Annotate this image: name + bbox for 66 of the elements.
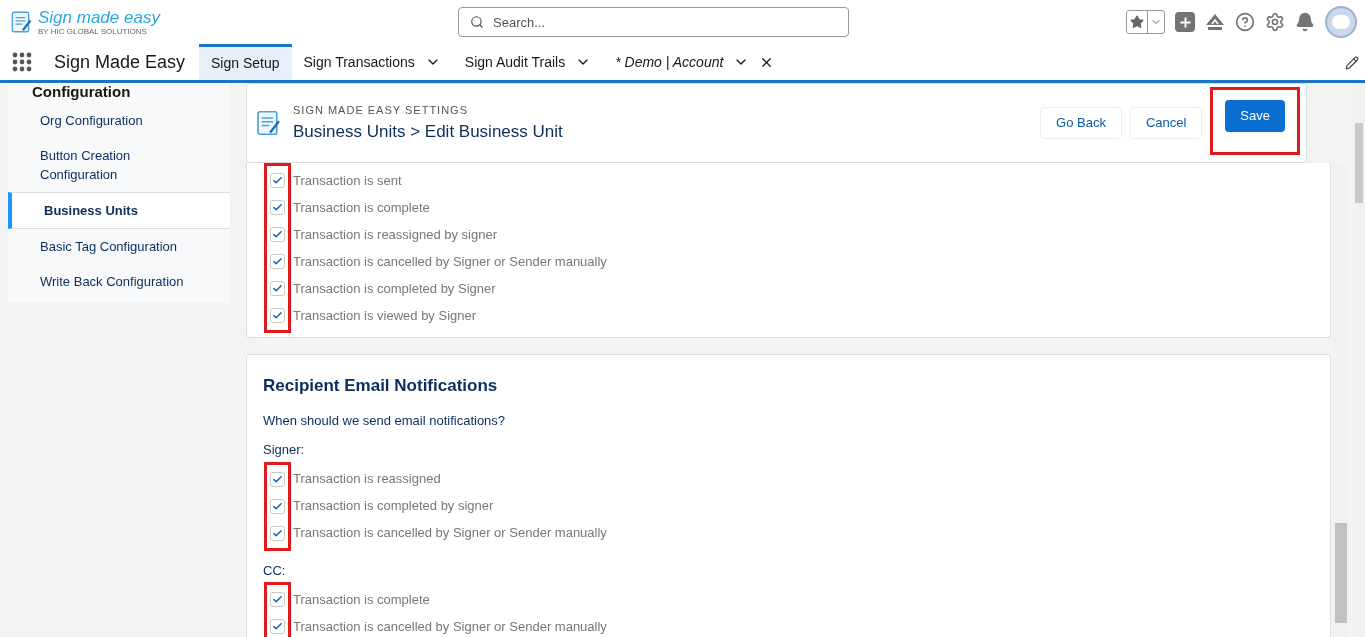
checkbox[interactable] [270, 281, 285, 296]
checkbox[interactable] [270, 592, 285, 607]
favorites-button[interactable] [1126, 10, 1165, 34]
checkbox[interactable] [270, 227, 285, 242]
header-button[interactable]: Cancel [1129, 107, 1203, 139]
checkbox-label: Transaction is complete [293, 198, 430, 217]
checkmark-icon [272, 283, 283, 294]
card-question: When should we send email notifications? [263, 411, 507, 430]
checkbox[interactable] [270, 619, 285, 634]
checkbox-label: Transaction is completed by signer [293, 497, 494, 516]
nav-tab[interactable]: Sign Setup [199, 44, 292, 80]
checkbox[interactable] [270, 254, 285, 269]
plus-icon [1177, 14, 1193, 30]
header-eyebrow: SIGN MADE EASY SETTINGS [293, 103, 469, 118]
sidebar-heading: Configuration [31, 83, 132, 101]
sidebar-item[interactable]: Button Creation Configuration [8, 138, 230, 192]
sidebar-item[interactable]: Basic Tag Configuration [8, 229, 230, 264]
header-button[interactable]: Save [1225, 100, 1285, 132]
group-label: CC: [263, 561, 287, 580]
nav-tab[interactable]: Sign Transactions [291, 44, 453, 80]
app-launcher-icon[interactable] [12, 52, 32, 72]
checkmark-icon [272, 256, 283, 267]
nav-tab[interactable]: Sign Audit Trails [452, 44, 604, 80]
checkbox-label: Transaction is cancelled by Signer or Sender manually [293, 252, 607, 271]
sidebar-item[interactable]: Write Back Configuration [8, 264, 230, 299]
checkbox-label: Transaction is reassigned by signer [293, 225, 497, 244]
checkmark-icon [272, 527, 283, 539]
brand-tagline: BY HIC GLOBAL SOLUTIONS [38, 27, 148, 36]
checkbox-label: Transaction is sent [293, 171, 402, 190]
group-label: Signer: [263, 441, 306, 459]
brand-name: Sign made easy [38, 8, 160, 26]
checkbox-label: Transaction is reassigned [293, 470, 441, 489]
search-icon [470, 15, 484, 29]
checkbox[interactable] [270, 498, 285, 514]
header-button[interactable]: Go Back [1040, 107, 1122, 139]
checkmark-icon [272, 473, 283, 485]
checkbox[interactable] [270, 173, 285, 188]
settings-icon[interactable] [1265, 12, 1285, 32]
search-field[interactable]: Search... [458, 7, 849, 37]
add-button[interactable] [1175, 12, 1195, 32]
checkmark-icon [272, 500, 283, 512]
nav-tab[interactable]: * Demo | Account [603, 44, 787, 80]
checkbox-label: Transaction is completed by Signer [293, 279, 496, 298]
sidebar-item[interactable]: Org Configuration [8, 103, 230, 138]
checkmark-icon [272, 175, 283, 186]
checkmark-icon [272, 594, 283, 605]
header-title: Business Units > Edit Business Unit [293, 120, 563, 143]
checkmark-icon [272, 202, 283, 213]
help-icon[interactable] [1235, 12, 1255, 32]
checkbox-label: Transaction is cancelled by Signer or Sender manually [293, 617, 607, 636]
checkbox[interactable] [270, 525, 285, 541]
edit-icon[interactable] [1345, 56, 1359, 70]
checkbox[interactable] [270, 471, 285, 487]
card-title: Recipient Email Notifications [263, 375, 499, 397]
sidebar-item[interactable]: Business Units [8, 192, 230, 229]
checkbox[interactable] [270, 308, 285, 323]
checkbox-label: Transaction is viewed by Signer [293, 306, 477, 325]
star-icon [1130, 15, 1144, 29]
checkmark-icon [272, 621, 283, 632]
checkmark-icon [272, 229, 283, 240]
app-name: Sign Made Easy [54, 50, 186, 74]
checkbox-label: Transaction is cancelled by Signer or Sender manually [293, 524, 607, 543]
checkmark-icon [272, 310, 283, 321]
checkbox-label: Transaction is complete [293, 590, 430, 609]
notifications-icon[interactable] [1295, 12, 1315, 32]
checkbox[interactable] [270, 200, 285, 215]
